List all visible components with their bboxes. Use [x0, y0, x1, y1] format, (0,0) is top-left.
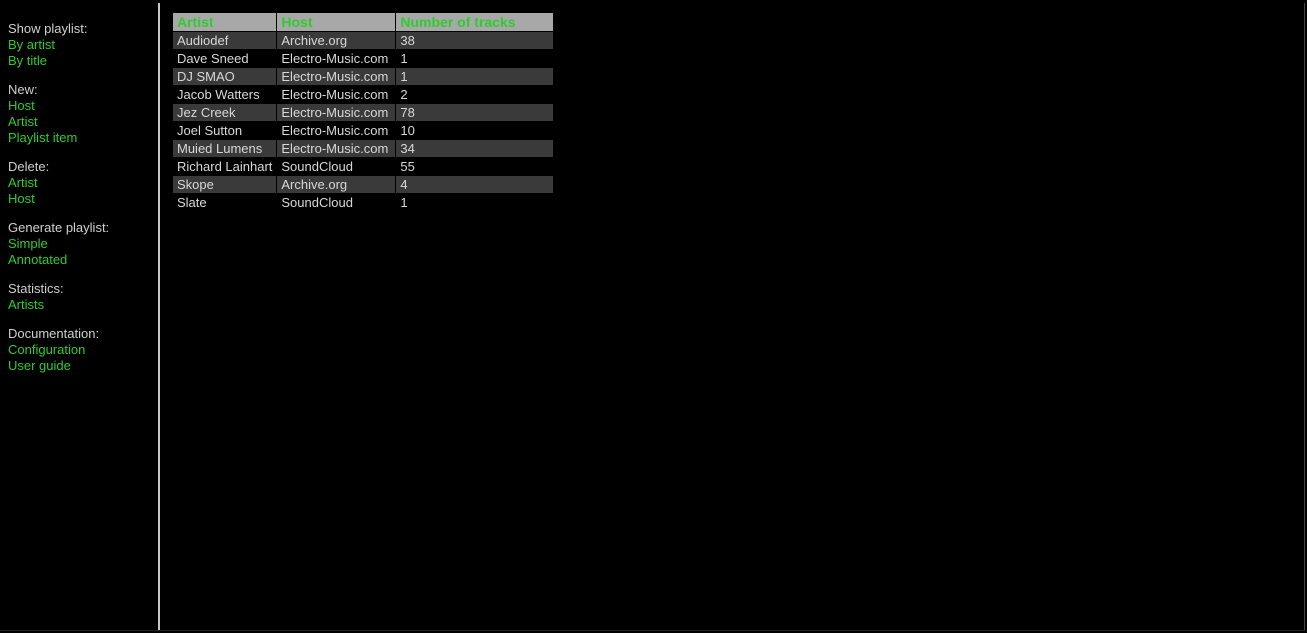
- sidebar-link-statistics-artists[interactable]: Artists: [8, 297, 150, 312]
- table-row: SkopeArchive.org4: [173, 176, 553, 193]
- cell-tracks: 1: [396, 68, 553, 85]
- sidebar-group-new: New: Host Artist Playlist item: [8, 82, 150, 145]
- sidebar-link-generate-annotated[interactable]: Annotated: [8, 252, 150, 267]
- cell-host: Archive.org: [277, 32, 395, 49]
- cell-tracks: 78: [396, 104, 553, 121]
- table-row: Jez CreekElectro-Music.com78: [173, 104, 553, 121]
- table-row: SlateSoundCloud1: [173, 194, 553, 211]
- cell-artist: Jez Creek: [173, 104, 276, 121]
- sidebar-heading: Generate playlist:: [8, 220, 150, 235]
- table-header-tracks[interactable]: Number of tracks: [396, 13, 553, 31]
- sidebar-link-generate-simple[interactable]: Simple: [8, 236, 150, 251]
- main-content: Artist Host Number of tracks AudiodefArc…: [160, 3, 1304, 630]
- sidebar-group-generate-playlist: Generate playlist: Simple Annotated: [8, 220, 150, 267]
- cell-tracks: 1: [396, 50, 553, 67]
- sidebar-link-doc-configuration[interactable]: Configuration: [8, 342, 150, 357]
- cell-tracks: 2: [396, 86, 553, 103]
- sidebar-heading: Delete:: [8, 159, 150, 174]
- sidebar-link-delete-artist[interactable]: Artist: [8, 175, 150, 190]
- sidebar-group-delete: Delete: Artist Host: [8, 159, 150, 206]
- cell-tracks: 34: [396, 140, 553, 157]
- sidebar-link-new-host[interactable]: Host: [8, 98, 150, 113]
- table-row: Richard LainhartSoundCloud55: [173, 158, 553, 175]
- table-row: AudiodefArchive.org38: [173, 32, 553, 49]
- sidebar-link-by-artist[interactable]: By artist: [8, 37, 150, 52]
- table-row: Jacob WattersElectro-Music.com2: [173, 86, 553, 103]
- cell-tracks: 10: [396, 122, 553, 139]
- cell-artist: Skope: [173, 176, 276, 193]
- cell-host: Electro-Music.com: [277, 68, 395, 85]
- cell-artist: Joel Sutton: [173, 122, 276, 139]
- cell-artist: Audiodef: [173, 32, 276, 49]
- table-row: DJ SMAOElectro-Music.com1: [173, 68, 553, 85]
- sidebar-heading: Show playlist:: [8, 21, 150, 36]
- cell-artist: Dave Sneed: [173, 50, 276, 67]
- cell-artist: DJ SMAO: [173, 68, 276, 85]
- cell-tracks: 1: [396, 194, 553, 211]
- cell-artist: Jacob Watters: [173, 86, 276, 103]
- cell-artist: Richard Lainhart: [173, 158, 276, 175]
- sidebar-link-new-artist[interactable]: Artist: [8, 114, 150, 129]
- cell-host: Electro-Music.com: [277, 86, 395, 103]
- sidebar: Show playlist: By artist By title New: H…: [0, 3, 160, 630]
- table-header-host[interactable]: Host: [277, 13, 395, 31]
- cell-tracks: 38: [396, 32, 553, 49]
- sidebar-link-new-playlist-item[interactable]: Playlist item: [8, 130, 150, 145]
- sidebar-link-doc-user-guide[interactable]: User guide: [8, 358, 150, 373]
- cell-host: Electro-Music.com: [277, 50, 395, 67]
- table-header-row: Artist Host Number of tracks: [173, 13, 553, 31]
- cell-host: Electro-Music.com: [277, 140, 395, 157]
- sidebar-group-show-playlist: Show playlist: By artist By title: [8, 21, 150, 68]
- cell-host: Archive.org: [277, 176, 395, 193]
- cell-host: SoundCloud: [277, 194, 395, 211]
- table-row: Dave SneedElectro-Music.com1: [173, 50, 553, 67]
- sidebar-heading: Documentation:: [8, 326, 150, 341]
- cell-host: Electro-Music.com: [277, 122, 395, 139]
- sidebar-link-delete-host[interactable]: Host: [8, 191, 150, 206]
- table-header-artist[interactable]: Artist: [173, 13, 276, 31]
- cell-host: Electro-Music.com: [277, 104, 395, 121]
- sidebar-heading: Statistics:: [8, 281, 150, 296]
- sidebar-group-statistics: Statistics: Artists: [8, 281, 150, 312]
- cell-artist: Muied Lumens: [173, 140, 276, 157]
- cell-artist: Slate: [173, 194, 276, 211]
- sidebar-heading: New:: [8, 82, 150, 97]
- table-row: Muied LumensElectro-Music.com34: [173, 140, 553, 157]
- table-row: Joel SuttonElectro-Music.com10: [173, 122, 553, 139]
- sidebar-link-by-title[interactable]: By title: [8, 53, 150, 68]
- sidebar-group-documentation: Documentation: Configuration User guide: [8, 326, 150, 373]
- cell-tracks: 4: [396, 176, 553, 193]
- artists-table: Artist Host Number of tracks AudiodefArc…: [172, 12, 554, 212]
- cell-host: SoundCloud: [277, 158, 395, 175]
- cell-tracks: 55: [396, 158, 553, 175]
